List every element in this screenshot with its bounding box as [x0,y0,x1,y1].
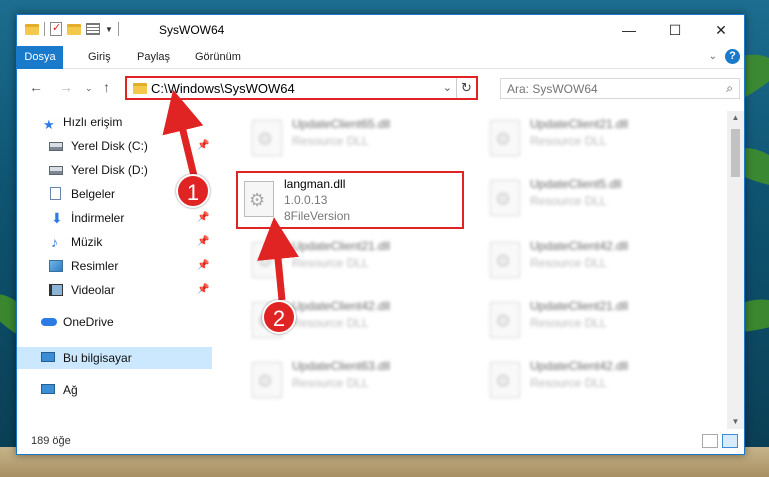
tab-share[interactable]: Paylaş [137,46,170,69]
callout-2: 2 [262,300,296,334]
tab-file[interactable]: Dosya [17,46,63,69]
pin-icon[interactable]: 📌 [197,207,209,229]
pin-icon[interactable]: 📌 [197,279,209,301]
scroll-thumb[interactable] [731,129,740,177]
file-item[interactable]: UpdateClient5.dll Resource DLL [472,173,702,223]
scroll-up-icon[interactable]: ▲ [727,111,744,125]
sidebar-item-quick-access[interactable]: ★ Hızlı erişim [17,111,212,133]
sidebar-item-onedrive[interactable]: OneDrive [17,311,212,333]
up-icon[interactable]: ↑ [103,79,110,95]
address-path[interactable]: C:\Windows\SysWOW64 [151,81,295,96]
expand-ribbon-icon[interactable]: ⌄ [709,51,717,62]
drive-icon [49,166,63,175]
large-icons-view-icon[interactable] [722,434,738,448]
network-icon [41,384,55,394]
close-button[interactable]: ✕ [698,15,744,45]
file-list: UpdateClient65.dll Resource DLL langman.… [222,111,728,429]
file-item[interactable]: UpdateClient63.dll Resource DLL [234,355,464,405]
sidebar-item-local-disk-c[interactable]: Yerel Disk (C:) 📌 [17,135,212,157]
folder-icon [133,83,147,94]
maximize-button[interactable]: ☐ [652,15,698,45]
file-explorer-window: ▼ SysWOW64 — ☐ ✕ Dosya Giriş Paylaş Görü… [16,14,745,455]
vertical-scrollbar[interactable]: ▲ ▼ [727,111,744,429]
status-bar: 189 öğe [17,430,744,454]
sidebar-item-music[interactable]: ♪ Müzik 📌 [17,231,212,253]
sidebar-item-pictures[interactable]: Resimler 📌 [17,255,212,277]
onedrive-icon [41,318,57,326]
folder-icon[interactable] [25,23,39,35]
sidebar-item-downloads[interactable]: ⬇ İndirmeler 📌 [17,207,212,229]
pictures-icon [49,260,63,272]
tab-view[interactable]: Görünüm [195,46,241,69]
documents-icon [50,187,61,200]
scroll-down-icon[interactable]: ▼ [727,415,744,429]
help-icon[interactable]: ? [725,49,740,64]
dll-file-icon [244,181,274,217]
file-item[interactable]: UpdateClient21.dll Resource DLL [472,113,702,163]
tab-home[interactable]: Giriş [88,46,111,69]
dll-file-icon [490,362,520,398]
search-box[interactable]: ⌕ [500,78,740,99]
pin-icon[interactable]: 📌 [197,255,209,277]
title-bar: ▼ SysWOW64 — ☐ ✕ [17,15,744,46]
dll-file-icon [490,242,520,278]
navigation-bar: ← → ⌄ ↑ C:\Windows\SysWOW64 ⌄ ↻ ⌕ [17,70,744,106]
sidebar-item-network[interactable]: Ağ [17,379,212,401]
minimize-button[interactable]: — [606,15,652,45]
file-item[interactable]: UpdateClient65.dll Resource DLL [234,113,464,163]
pin-icon[interactable]: 📌 [197,135,209,157]
search-icon[interactable]: ⌕ [726,81,733,96]
customize-dropdown-icon[interactable]: ▼ [105,25,113,34]
new-folder-icon[interactable] [67,23,81,35]
dll-file-icon [252,120,282,156]
item-count: 189 öğe [31,435,71,447]
sidebar-item-this-pc[interactable]: Bu bilgisayar [17,347,212,369]
music-icon: ♪ [51,234,58,250]
navigation-pane: ★ Hızlı erişim Yerel Disk (C:) 📌 Yerel D… [17,111,212,429]
callout-1: 1 [176,174,210,208]
pin-icon[interactable]: 📌 [197,231,209,253]
this-pc-icon [41,352,55,362]
ribbon-tabs: Dosya Giriş Paylaş Görünüm ⌄ ? [17,46,744,69]
details-view-icon[interactable] [702,434,718,448]
back-icon[interactable]: ← [29,79,43,95]
search-input[interactable] [501,79,701,98]
properties-icon[interactable] [86,23,100,35]
downloads-icon: ⬇ [51,210,63,226]
dll-file-icon [252,242,282,278]
dll-file-icon [490,120,520,156]
recent-locations-icon[interactable]: ⌄ [85,83,93,94]
address-bar[interactable]: C:\Windows\SysWOW64 ⌄ ↻ [125,76,478,100]
properties-check-icon[interactable] [50,21,62,36]
file-item[interactable]: UpdateClient21.dll Resource DLL [472,295,702,345]
window-title: SysWOW64 [159,23,225,37]
sidebar-item-videos[interactable]: Videolar 📌 [17,279,212,301]
file-item[interactable]: UpdateClient42.dll Resource DLL [472,355,702,405]
forward-icon[interactable]: → [59,79,73,95]
dll-file-icon [490,302,520,338]
dll-file-icon [490,180,520,216]
file-item[interactable]: UpdateClient21.dll Resource DLL [234,235,464,285]
quick-access-toolbar: ▼ [25,21,119,36]
refresh-icon[interactable]: ↻ [456,78,476,98]
dll-file-icon [252,362,282,398]
drive-icon [49,142,63,151]
address-dropdown-icon[interactable]: ⌄ [443,81,452,94]
videos-icon [49,284,63,296]
file-item-langman[interactable]: langman.dll 1.0.0.13 8FileVersion [236,171,464,229]
star-icon: ★ [43,117,55,132]
file-item[interactable]: UpdateClient42.dll Resource DLL [472,235,702,285]
